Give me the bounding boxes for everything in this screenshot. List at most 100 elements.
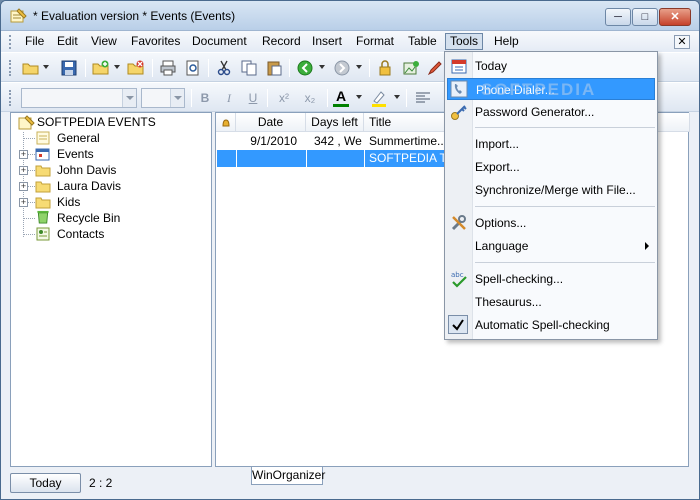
row-0-title[interactable]: Summertime...is (369, 133, 449, 150)
tree-item-label: Contacts (57, 227, 105, 241)
tree-item-events[interactable]: Events (35, 146, 205, 162)
font-color-button[interactable]: A (331, 88, 351, 108)
menu-item-spell-checking[interactable]: abc Spell-checking... (447, 268, 655, 290)
row-0-date[interactable]: 9/1/2010 (236, 133, 306, 150)
align-left-icon[interactable] (413, 88, 433, 108)
minimize-button[interactable]: ─ (605, 8, 631, 26)
title-bar[interactable]: * Evaluation version * Events (Events) ─… (1, 1, 699, 31)
underline-button[interactable]: U (243, 89, 263, 107)
toolbar-grip[interactable] (9, 60, 13, 76)
menu-view[interactable]: View (87, 33, 121, 50)
tree-item-kids[interactable]: Kids (35, 194, 205, 210)
menu-bar: File Edit View Favorites Document Record… (1, 31, 699, 52)
today-button[interactable]: Today (10, 473, 81, 493)
edit-pencil-icon[interactable] (425, 58, 445, 78)
menu-item-language[interactable]: Language (447, 235, 655, 257)
menu-item-export[interactable]: Export... (447, 156, 655, 178)
close-window-button[interactable]: ✕ (659, 8, 691, 26)
highlight-icon[interactable] (369, 88, 389, 108)
paste-icon[interactable] (264, 58, 284, 78)
expand-kids[interactable]: + (19, 198, 28, 207)
new-dropdown-arrow[interactable] (114, 65, 120, 69)
status-bar: Today 2 : 2 (1, 469, 215, 499)
menu-item-thesaurus[interactable]: Thesaurus... (447, 291, 655, 313)
save-icon[interactable] (59, 58, 79, 78)
forward-icon[interactable] (332, 58, 352, 78)
forward-dropdown-arrow[interactable] (356, 65, 362, 69)
menu-item-options[interactable]: Options... (447, 212, 655, 234)
tree-item-john-davis[interactable]: John Davis (35, 162, 205, 178)
menu-item-synchronize[interactable]: Synchronize/Merge with File... (447, 179, 655, 201)
font-size-combo[interactable] (141, 88, 185, 108)
font-color-dropdown-arrow[interactable] (356, 95, 362, 99)
app-notes-icon (18, 115, 35, 130)
font-name-combo[interactable] (21, 88, 137, 108)
column-header-days-left[interactable]: Days left (306, 113, 364, 132)
font-color-label: A (335, 87, 347, 104)
tab-winorganizer[interactable]: WinOrganizer (251, 467, 325, 485)
superscript-button[interactable]: x² (274, 89, 294, 107)
tree-item-label: Events (57, 147, 94, 161)
menu-item-import[interactable]: Import... (447, 133, 655, 155)
menu-edit[interactable]: Edit (53, 33, 82, 50)
menu-file[interactable]: File (21, 33, 48, 50)
expand-events[interactable]: + (19, 150, 28, 159)
delete-record-icon[interactable] (126, 58, 146, 78)
font-size-dropdown[interactable] (170, 89, 184, 107)
menu-insert[interactable]: Insert (308, 33, 346, 50)
open-folder-icon[interactable] (21, 58, 41, 78)
font-color-swatch (333, 103, 349, 107)
column-header-alarm[interactable] (216, 113, 236, 132)
italic-button[interactable]: I (219, 89, 239, 107)
maximize-button[interactable]: □ (632, 8, 658, 26)
watermark: SOFTPEDIA (481, 80, 597, 99)
recycle-bin-icon (37, 210, 49, 224)
key-icon (451, 105, 467, 120)
column-header-date[interactable]: Date (236, 113, 306, 132)
cut-icon[interactable] (214, 58, 234, 78)
expand-john-davis[interactable]: + (19, 166, 28, 175)
font-name-dropdown[interactable] (122, 89, 136, 107)
folder-icon (35, 165, 51, 177)
new-record-icon[interactable] (91, 58, 111, 78)
print-preview-icon[interactable] (183, 58, 203, 78)
menu-tools[interactable]: Tools (445, 33, 484, 50)
tree-item-general[interactable]: General (35, 130, 205, 146)
menu-format[interactable]: Format (352, 33, 398, 50)
subscript-button[interactable]: x₂ (300, 89, 320, 107)
back-icon[interactable] (295, 58, 315, 78)
submenu-arrow-icon (645, 242, 649, 250)
tree-item-recycle-bin[interactable]: Recycle Bin (35, 210, 205, 226)
highlight-dropdown-arrow[interactable] (394, 95, 400, 99)
menu-help[interactable]: Help (490, 33, 523, 50)
tree-item-contacts[interactable]: Contacts (35, 226, 205, 242)
menu-item-today[interactable]: Today (447, 55, 655, 77)
contacts-icon (36, 227, 50, 241)
back-dropdown-arrow[interactable] (319, 65, 325, 69)
open-dropdown-arrow[interactable] (43, 65, 49, 69)
row-0-days-left[interactable]: 342 , We (306, 133, 364, 150)
menu-table[interactable]: Table (404, 33, 441, 50)
menu-item-automatic-spell-checking[interactable]: Automatic Spell-checking (447, 314, 655, 336)
bold-button[interactable]: B (195, 89, 215, 107)
tree-item-label: Laura Davis (57, 179, 122, 193)
menu-item-password-generator[interactable]: Password Generator... (447, 101, 655, 123)
tree-item-label: Kids (57, 195, 81, 209)
row-1-title[interactable]: SOFTPEDIA TE (369, 150, 445, 167)
folder-tree[interactable]: SOFTPEDIA EVENTS General + Events + John… (10, 112, 212, 467)
menu-grip[interactable] (9, 35, 13, 49)
print-icon[interactable] (158, 58, 178, 78)
menu-favorites[interactable]: Favorites (127, 33, 184, 50)
menu-record[interactable]: Record (258, 33, 305, 50)
close-document-button[interactable]: ✕ (674, 35, 690, 49)
record-count: 2 : 2 (89, 476, 113, 490)
tab-bar: WinOrganizer (215, 467, 689, 487)
format-toolbar-grip[interactable] (9, 90, 13, 106)
tree-item-laura-davis[interactable]: Laura Davis (35, 178, 205, 194)
folder-icon (35, 197, 51, 209)
insert-image-icon[interactable] (401, 58, 421, 78)
copy-icon[interactable] (239, 58, 259, 78)
lock-icon[interactable] (375, 58, 395, 78)
menu-document[interactable]: Document (188, 33, 251, 50)
expand-laura-davis[interactable]: + (19, 182, 28, 191)
